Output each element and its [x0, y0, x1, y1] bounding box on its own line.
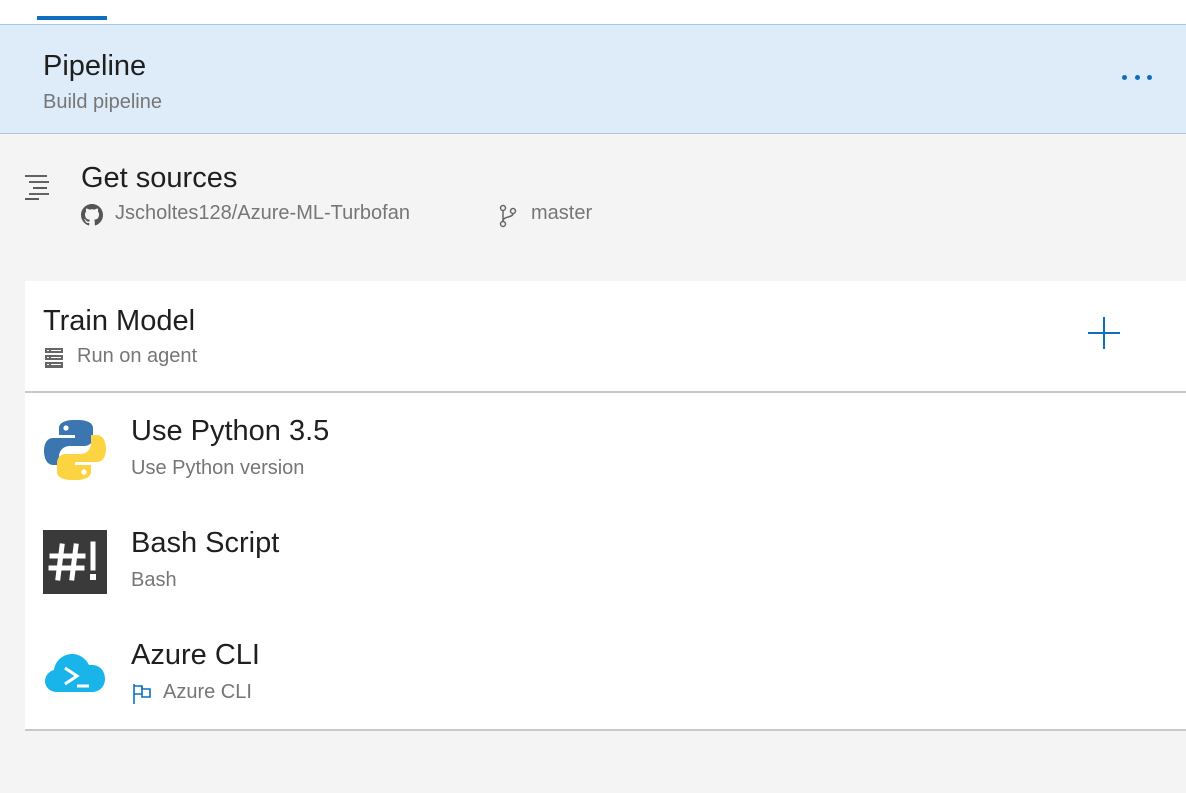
sources-list-icon — [25, 175, 49, 200]
github-icon — [81, 204, 103, 226]
task-subtitle: Use Python version — [131, 457, 305, 479]
task-title: Use Python 3.5 — [131, 415, 330, 447]
task-title: Bash Script — [131, 527, 280, 559]
top-bar — [0, 0, 1186, 24]
active-tab-indicator — [37, 16, 107, 20]
get-sources-row[interactable]: Get sources Jscholtes128/Azure-ML-Turbof… — [0, 150, 700, 240]
pipeline-subtitle: Build pipeline — [43, 91, 162, 113]
get-sources-title: Get sources — [81, 162, 238, 194]
task-bash-script[interactable]: Bash Script Bash — [25, 505, 1186, 617]
bash-icon — [43, 530, 107, 594]
more-options-button[interactable] — [1122, 67, 1152, 87]
agent-job-header[interactable]: Train Model Run on agent — [25, 281, 1186, 393]
task-subtitle: Bash — [131, 569, 177, 591]
plus-icon[interactable] — [1086, 315, 1122, 351]
pipeline-header[interactable]: Pipeline Build pipeline — [0, 24, 1186, 134]
server-icon — [45, 348, 63, 368]
pipeline-title: Pipeline — [43, 50, 147, 82]
agent-job-title: Train Model — [43, 305, 196, 337]
more-ellipsis-icon — [1122, 74, 1127, 80]
branch-icon — [499, 204, 517, 228]
task-title: Azure CLI — [131, 639, 260, 671]
flag-icon — [133, 684, 151, 704]
agent-job-card: Train Model Run on agent Use Python 3.5 … — [25, 281, 1186, 731]
python-icon — [44, 420, 106, 480]
task-subtitle: Azure CLI — [163, 681, 252, 703]
agent-job-subtitle: Run on agent — [77, 345, 198, 367]
repository-name: Jscholtes128/Azure-ML-Turbofan — [115, 202, 410, 224]
task-azure-cli[interactable]: Azure CLI Azure CLI — [25, 617, 1186, 729]
azure-cli-icon — [45, 654, 105, 692]
branch-name: master — [531, 202, 593, 224]
task-use-python[interactable]: Use Python 3.5 Use Python version — [25, 393, 1186, 505]
